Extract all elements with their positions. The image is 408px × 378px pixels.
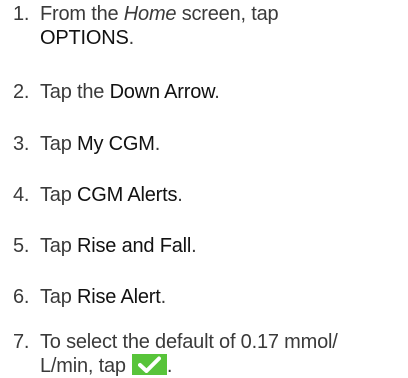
confirm-checkmark-button <box>131 354 167 375</box>
step-text: Tap Rise Alert. <box>40 286 166 308</box>
rise-and-fall-label: Rise and Fall <box>77 235 192 257</box>
step-text: From the Home screen, tap OPTIONS. <box>40 3 279 49</box>
options-label: OPTIONS <box>40 27 129 49</box>
step-number: 3. <box>13 133 30 155</box>
cgm-alerts-label: CGM Alerts <box>77 184 178 206</box>
step-number: 2. <box>13 81 30 103</box>
step-number: 4. <box>13 184 30 206</box>
step-text: Tap Rise and Fall. <box>40 235 197 257</box>
home-screen-label: Home <box>123 3 177 25</box>
step-text: Tap the Down Arrow. <box>40 81 220 103</box>
rise-alert-label: Rise Alert <box>77 286 161 308</box>
my-cgm-label: My CGM <box>77 133 155 155</box>
step-number: 5. <box>13 235 30 257</box>
step-text: Tap CGM Alerts. <box>40 184 183 206</box>
down-arrow-label: Down Arrow <box>109 81 215 103</box>
step-number: 7. <box>13 331 30 353</box>
step-number: 1. <box>13 3 30 25</box>
step-text: Tap My CGM. <box>40 133 161 155</box>
step-number: 6. <box>13 286 30 308</box>
checkmark-icon <box>137 356 161 373</box>
step-text: To select the default of 0.17 mmol/ L/mi… <box>40 331 338 377</box>
